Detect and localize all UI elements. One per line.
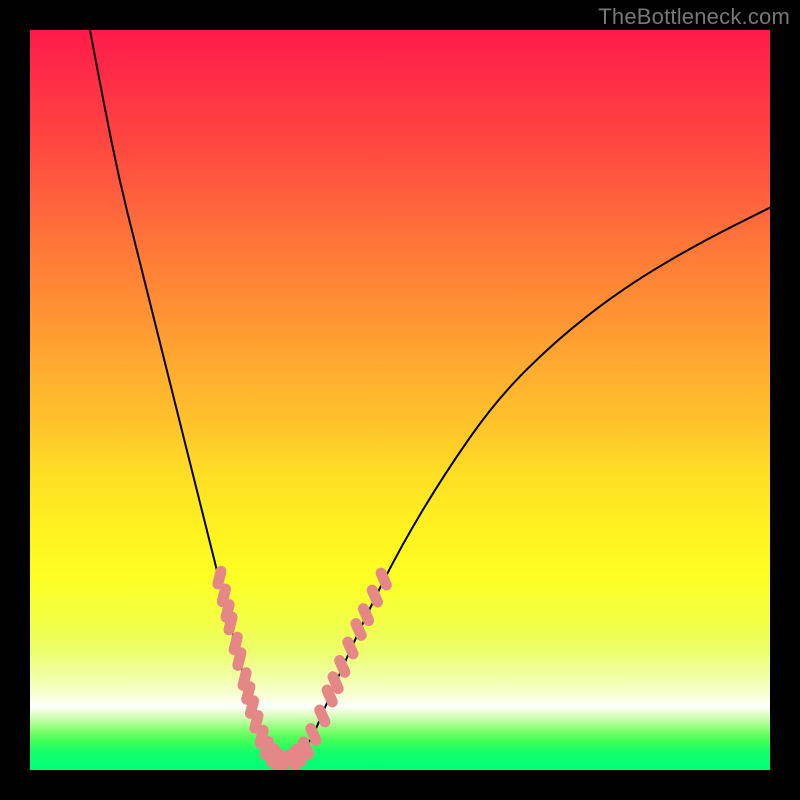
watermark-text: TheBottleneck.com — [598, 4, 790, 30]
plot-area — [30, 30, 770, 770]
markers-right-group — [283, 566, 394, 770]
markers-left-group — [211, 565, 292, 770]
chart-frame: TheBottleneck.com — [0, 0, 800, 800]
curve-svg — [30, 30, 770, 770]
bottleneck-curve — [90, 30, 770, 762]
marker-pill — [312, 703, 332, 729]
